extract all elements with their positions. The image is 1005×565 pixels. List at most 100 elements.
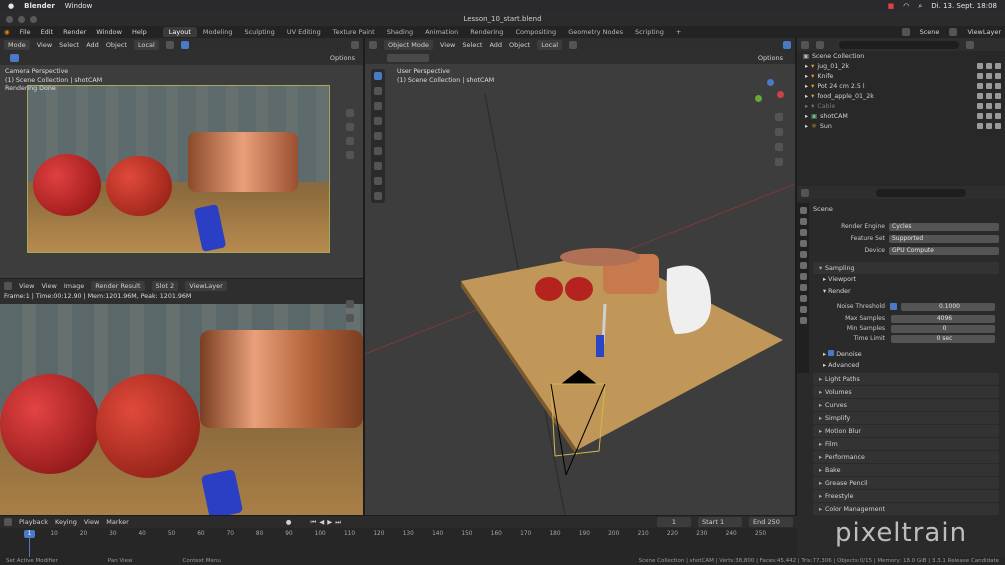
outliner-item[interactable]: ▸ ▾ food_apple_01_2k — [797, 91, 1005, 101]
measure-tool-icon[interactable] — [374, 177, 382, 185]
sampling-panel-header[interactable]: ▾ Sampling — [813, 262, 999, 274]
object-tab-icon[interactable] — [799, 273, 807, 280]
pivot-icon[interactable] — [165, 40, 174, 49]
os-menu-window[interactable]: Window — [65, 2, 93, 10]
scale-tool-icon[interactable] — [374, 132, 382, 140]
main-zoom-icon[interactable] — [775, 113, 783, 121]
timeline-menu-view[interactable]: View — [84, 518, 99, 526]
physics-tab-icon[interactable] — [799, 295, 807, 302]
main-menu-select[interactable]: Select — [462, 41, 482, 49]
start-frame-field[interactable]: Start 1 — [698, 517, 742, 527]
tab-rendering[interactable]: Rendering — [464, 27, 509, 37]
select-box-tool-icon[interactable] — [374, 72, 382, 80]
outliner-search-field[interactable] — [839, 40, 959, 49]
menu-render[interactable]: Render — [63, 28, 86, 36]
camera-view-icon[interactable] — [346, 137, 354, 145]
os-datetime[interactable]: Di. 13. Sept. 18:08 — [931, 2, 997, 10]
main-options-button[interactable]: Options — [758, 54, 783, 62]
advanced-subpanel[interactable]: ▸ Advanced — [823, 362, 859, 369]
add-workspace-button[interactable]: + — [670, 27, 687, 37]
properties-editor-icon[interactable] — [801, 188, 809, 197]
filter-icon[interactable] — [966, 40, 974, 49]
render-tab-icon[interactable] — [799, 218, 807, 225]
panel-light-paths[interactable]: ▸ Light Paths — [813, 373, 999, 385]
left-options-button[interactable]: Options — [330, 54, 355, 62]
minimize-window-button[interactable] — [18, 15, 25, 23]
scene-selector[interactable]: Scene — [920, 28, 940, 36]
time-limit-field[interactable]: 0 sec — [891, 335, 995, 343]
layer-selector[interactable]: ViewLayer — [185, 280, 227, 291]
playhead-frame-indicator[interactable]: 1 — [24, 530, 35, 538]
os-app-name[interactable]: Blender — [24, 2, 55, 10]
zoom-window-button[interactable] — [30, 15, 37, 23]
outliner-item[interactable]: ▸ ☼ Sun — [797, 121, 1005, 131]
outliner-item[interactable]: ▸ ▾ jug_01_2k — [797, 61, 1005, 71]
tab-geometry-nodes[interactable]: Geometry Nodes — [562, 27, 629, 37]
image-editor-area[interactable]: Frame:1 | Time:00:12.90 | Mem:1201.96M, … — [0, 292, 363, 515]
menu-help[interactable]: Help — [132, 28, 147, 36]
move-tool-icon[interactable] — [374, 102, 382, 110]
timeline-menu-keying[interactable]: Keying — [55, 518, 77, 526]
tab-compositing[interactable]: Compositing — [509, 27, 562, 37]
left-menu-object[interactable]: Object — [106, 41, 127, 49]
data-tab-icon[interactable] — [799, 317, 807, 324]
main-camera-icon[interactable] — [775, 143, 783, 151]
panel-volumes[interactable]: ▸ Volumes — [813, 386, 999, 398]
panel-film[interactable]: ▸ Film — [813, 438, 999, 450]
main-shading-icon[interactable] — [783, 40, 791, 49]
menu-window[interactable]: Window — [96, 28, 122, 36]
visibility-toggles[interactable] — [977, 73, 1005, 79]
cursor-tool-icon[interactable] — [374, 87, 382, 95]
close-window-button[interactable] — [6, 15, 13, 23]
render-subpanel[interactable]: ▾ Render — [823, 288, 851, 295]
outliner-item[interactable]: ▸ ▣ shotCAM — [797, 111, 1005, 121]
record-button[interactable]: ● — [286, 518, 292, 526]
record-icon[interactable]: ■ — [888, 2, 895, 10]
outliner-item[interactable]: ▸ ▾ Cable — [797, 101, 1005, 111]
rotate-tool-icon[interactable] — [374, 117, 382, 125]
tab-animation[interactable]: Animation — [419, 27, 464, 37]
panel-freestyle[interactable]: ▸ Freestyle — [813, 490, 999, 502]
image-menu-image[interactable]: Image — [64, 282, 84, 290]
main-transform-orientation[interactable]: Local — [537, 39, 563, 50]
device-dropdown[interactable]: GPU Compute — [889, 247, 999, 255]
max-samples-field[interactable]: 4096 — [891, 315, 995, 323]
visibility-toggles[interactable] — [977, 63, 1005, 69]
denoise-checkbox[interactable] — [828, 350, 835, 356]
add-cube-tool-icon[interactable] — [374, 192, 382, 200]
transform-orientation-dropdown[interactable]: Local — [133, 39, 159, 50]
timeline-editor-icon[interactable] — [4, 518, 12, 526]
main-3d-viewport[interactable]: Options User Perspective (1) Scene Colle… — [365, 51, 795, 515]
timeline-menu-playback[interactable]: Playback — [19, 518, 48, 526]
object-mode-dropdown[interactable]: Object Mode — [384, 39, 433, 50]
view-layer-tab-icon[interactable] — [799, 240, 807, 247]
visibility-toggles[interactable] — [977, 83, 1005, 89]
left-menu-add[interactable]: Add — [86, 41, 99, 49]
tab-scripting[interactable]: Scripting — [629, 27, 670, 37]
timeline-ruler[interactable]: 1102030405060708090100110120130140150160… — [0, 529, 797, 539]
image-zoom-icon[interactable] — [346, 300, 354, 308]
modifier-tab-icon[interactable] — [799, 284, 807, 291]
left-camera-viewport[interactable]: Options Camera Perspective (1) Scene Col… — [0, 51, 363, 278]
view-layer-selector[interactable]: ViewLayer — [967, 28, 1001, 36]
visibility-toggles[interactable] — [977, 103, 1005, 109]
tab-layout[interactable]: Layout — [162, 27, 197, 37]
grid-icon[interactable] — [346, 151, 354, 159]
panel-performance[interactable]: ▸ Performance — [813, 451, 999, 463]
apple-icon[interactable]: ● — [8, 2, 14, 10]
tab-modeling[interactable]: Modeling — [197, 27, 239, 37]
image-pan-icon[interactable] — [346, 314, 354, 322]
panel-curves[interactable]: ▸ Curves — [813, 399, 999, 411]
scene-tab-icon[interactable] — [799, 251, 807, 258]
main-snap-icon[interactable] — [569, 40, 578, 49]
annotate-tool-icon[interactable] — [374, 162, 382, 170]
slot-selector[interactable]: Slot 2 — [151, 280, 179, 291]
noise-threshold-field[interactable]: 0.1000 — [901, 303, 995, 311]
visibility-toggles[interactable] — [977, 123, 1005, 129]
panel-grease-pencil[interactable]: ▸ Grease Pencil — [813, 477, 999, 489]
menu-file[interactable]: File — [20, 28, 31, 36]
search-icon[interactable]: ⌕ — [918, 2, 922, 11]
left-menu-select[interactable]: Select — [59, 41, 79, 49]
image-menu-view[interactable]: View — [19, 282, 34, 290]
tab-sculpting[interactable]: Sculpting — [238, 27, 280, 37]
